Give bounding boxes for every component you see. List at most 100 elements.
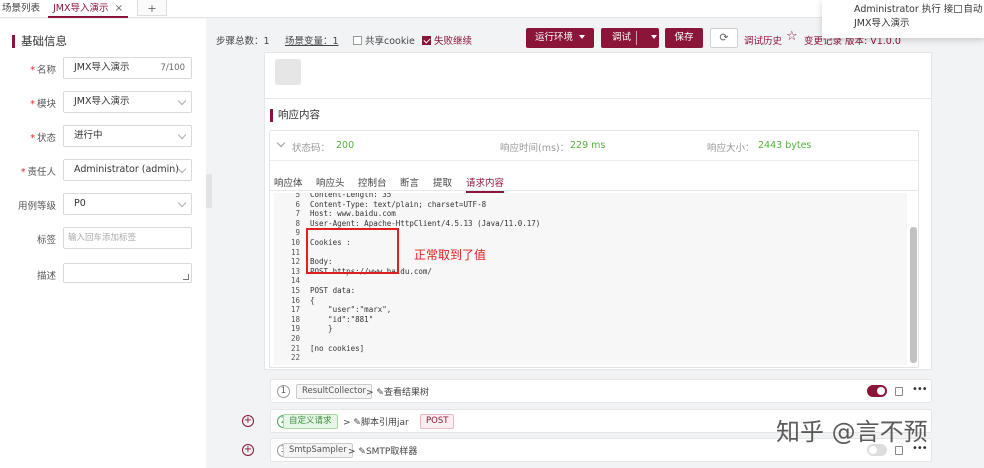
refresh-button[interactable]: ⟳ xyxy=(710,28,738,48)
tab-response-headers[interactable]: 响应头 xyxy=(316,175,345,189)
copy-icon[interactable] xyxy=(895,446,903,455)
tab-request-content[interactable]: 请求内容 xyxy=(466,175,505,193)
fail-continue-checkbox[interactable] xyxy=(422,36,431,45)
tags-label: 标签 xyxy=(36,235,56,246)
tab-extract[interactable]: 提取 xyxy=(433,175,452,189)
line-text: Host: www.baidu.com xyxy=(310,209,396,219)
scrollbar[interactable] xyxy=(910,227,917,363)
line-number: 10 xyxy=(290,238,300,247)
response-tabs: 响应体 响应头 控制台 断言 提取 请求内容 xyxy=(270,173,918,193)
chevron-down-icon xyxy=(177,130,187,140)
scenario-toolbar: 步骤总数：1 场景变量：1 共享cookie 失败继续 运行环境 调试 保存 ⟳… xyxy=(210,28,901,52)
user-popover-line1: Administrator 执行 接自动 xyxy=(854,3,984,17)
add-step-icon[interactable]: + xyxy=(242,415,254,427)
step-count: 步骤总数：1 xyxy=(216,36,270,47)
debug-history-link[interactable]: 调试历史 xyxy=(744,33,782,47)
chevron-down-icon xyxy=(177,198,187,208)
share-cookie-checkbox[interactable] xyxy=(353,36,362,45)
caret-down-icon[interactable] xyxy=(651,35,658,39)
env-button[interactable]: 运行环境 xyxy=(526,28,594,48)
owner-label: * 责任人 xyxy=(20,167,56,178)
scene-vars-link[interactable]: 场景变量：1 xyxy=(285,33,339,47)
basic-info-panel: 基础信息 * 名称 JMX导入演示 7/100 * 模块 JMX导入演示 * 状态 进… xyxy=(0,19,206,468)
response-size-value: 2443 bytes xyxy=(758,140,812,151)
priority-select[interactable]: P0 xyxy=(63,193,192,215)
desc-textarea[interactable] xyxy=(63,263,192,283)
step-desc[interactable]: > ✎查看结果树 xyxy=(366,385,429,398)
chevron-down-icon[interactable] xyxy=(276,138,286,148)
priority-value: P0 xyxy=(74,198,86,209)
code-line: 6 Content-Type: text/plain; charset=UTF-8 xyxy=(274,200,486,210)
edit-icon: > ✎ xyxy=(343,418,361,428)
request-content-viewer[interactable]: 5 Content-Length: 35 6 Content-Type: text/p… xyxy=(274,193,907,365)
step-enable-toggle[interactable] xyxy=(867,385,887,397)
add-step-icon[interactable]: + xyxy=(242,444,254,456)
code-line: 18 "id":"881" xyxy=(274,315,373,325)
line-number: 8 xyxy=(295,218,300,228)
tab-response-body[interactable]: 响应体 xyxy=(274,175,303,189)
code-line: 22 xyxy=(274,353,310,363)
star-icon[interactable]: ☆ xyxy=(786,29,798,44)
share-cookie-label: 共享cookie xyxy=(365,36,415,47)
line-number: 16 xyxy=(290,295,300,305)
line-number: 12 xyxy=(290,257,300,267)
tab-console[interactable]: 控制台 xyxy=(358,175,387,189)
tab-jmx-demo[interactable]: JMX导入演示 × xyxy=(48,0,128,18)
code-line: 11 xyxy=(274,248,310,258)
chevron-down-icon xyxy=(177,96,187,106)
caret-down-icon xyxy=(579,35,585,39)
line-number: 22 xyxy=(290,353,300,363)
line-text: Content-Length: 35 xyxy=(310,193,392,199)
response-time-value: 229 ms xyxy=(570,140,606,151)
tab-assertions[interactable]: 断言 xyxy=(400,175,419,189)
owner-value: Administrator (admin) xyxy=(74,164,179,175)
response-status-row[interactable]: 状态码： 200 响应时间(ms)： 229 ms 响应大小： 2443 byt… xyxy=(270,131,918,161)
copy-icon[interactable] xyxy=(895,387,903,396)
code-line: 19 } xyxy=(274,324,333,334)
debug-button[interactable]: 调试 xyxy=(601,28,659,48)
desc-label: 描述 xyxy=(36,271,56,282)
line-number: 21 xyxy=(290,343,300,353)
line-number: 9 xyxy=(295,228,300,238)
name-label: * 名称 xyxy=(30,65,56,76)
status-code-value: 200 xyxy=(336,140,355,151)
user-popover: Administrator 执行 接自动 JMX导入演示 xyxy=(822,0,984,38)
share-cookie-option[interactable]: 共享cookie xyxy=(353,33,415,47)
name-input[interactable]: JMX导入演示 7/100 xyxy=(63,57,192,79)
auto-checkbox[interactable] xyxy=(954,5,963,13)
line-text: } xyxy=(310,324,333,334)
line-text: POST data: xyxy=(310,286,356,295)
user-popover-text: Administrator 执行 接 xyxy=(854,4,954,15)
line-number: 20 xyxy=(290,334,300,343)
panel-splitter[interactable] xyxy=(206,174,212,208)
add-tab-button[interactable]: + xyxy=(137,0,167,16)
step-row[interactable]: 1 ResultCollector > ✎查看结果树 ••• xyxy=(270,379,932,403)
module-select[interactable]: JMX导入演示 xyxy=(63,91,192,113)
fail-continue-option[interactable]: 失败继续 xyxy=(422,33,472,47)
step-number: 1 xyxy=(277,385,290,398)
code-line: 20 xyxy=(274,334,310,344)
status-select[interactable]: 进行中 xyxy=(63,125,192,147)
owner-select[interactable]: Administrator (admin) xyxy=(63,159,192,181)
section-title: 基础信息 xyxy=(12,35,67,48)
user-popover-line2[interactable]: JMX导入演示 xyxy=(854,17,984,31)
highlight-box xyxy=(306,228,399,274)
tab-scene-list[interactable]: 场景列表 xyxy=(2,0,40,18)
divider xyxy=(636,31,637,45)
line-number: 17 xyxy=(290,305,300,315)
status-code-label: 状态码： xyxy=(292,143,331,154)
line-text: [no cookies] xyxy=(310,343,365,353)
step-type-tag: ResultCollector xyxy=(296,384,373,399)
response-card: 状态码： 200 响应时间(ms)： 229 ms 响应大小： 2443 byt… xyxy=(269,130,919,368)
tags-input[interactable]: 输入回车添加标签 xyxy=(63,227,192,249)
line-number: 7 xyxy=(295,209,300,219)
more-icon[interactable]: ••• xyxy=(912,384,928,395)
close-icon[interactable]: × xyxy=(115,0,123,18)
code-line: 14 xyxy=(274,276,310,286)
line-text: User-Agent: Apache-HttpClient/4.5.13 (Ja… xyxy=(310,218,541,228)
step-desc[interactable]: > ✎SMTP取样器 xyxy=(348,444,417,457)
line-number: 13 xyxy=(290,266,300,276)
step-desc[interactable]: > ✎脚本引用jar xyxy=(343,415,409,428)
resize-icon[interactable] xyxy=(183,274,189,280)
save-button[interactable]: 保存 xyxy=(665,28,703,48)
